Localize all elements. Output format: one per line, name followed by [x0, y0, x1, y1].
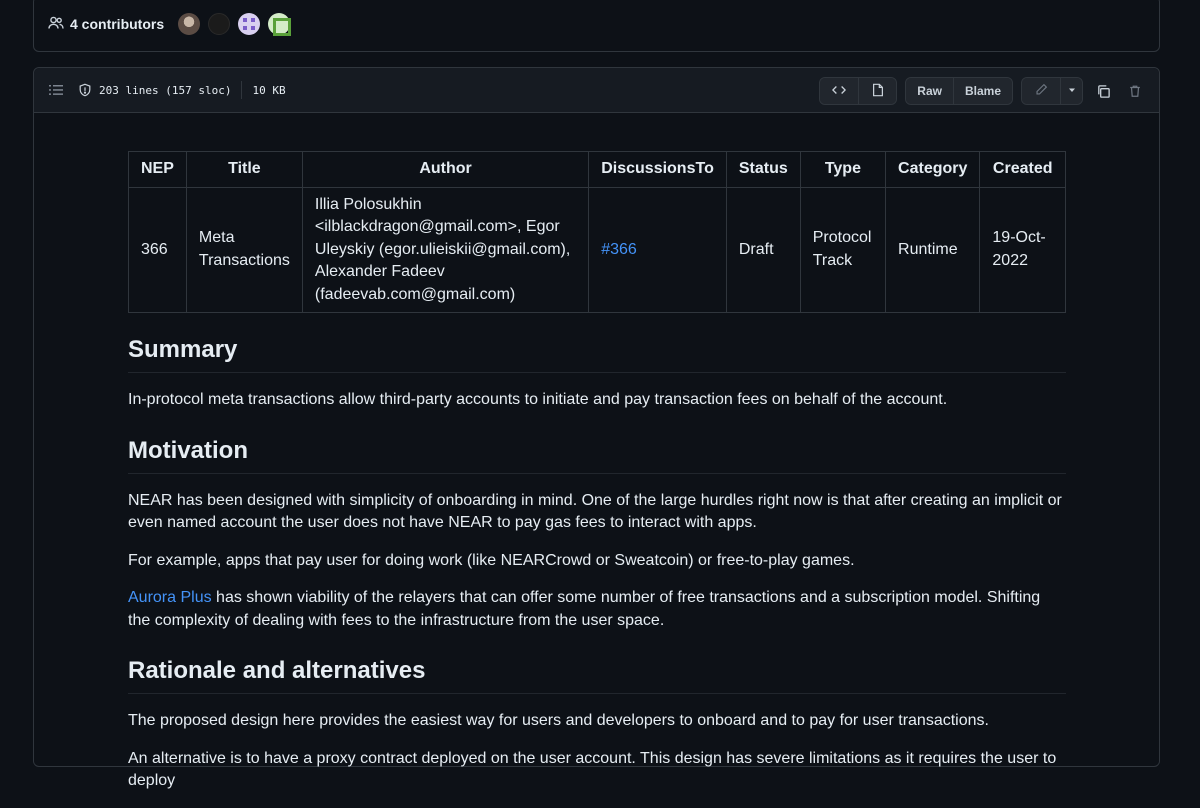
avatar[interactable] — [178, 13, 201, 35]
blame-button[interactable]: Blame — [952, 78, 1012, 104]
nep-metadata-table: NEP Title Author DiscussionsTo Status Ty… — [128, 151, 1066, 313]
raw-button[interactable]: Raw — [906, 78, 953, 104]
trash-icon[interactable] — [1123, 78, 1147, 104]
list-icon[interactable] — [48, 82, 64, 98]
aurora-plus-link[interactable]: Aurora Plus — [128, 589, 212, 606]
motivation-text-3: Aurora Plus has shown viability of the r… — [128, 587, 1066, 632]
rationale-text-2: An alternative is to have a proxy contra… — [128, 749, 1057, 790]
cell-nep: 366 — [128, 186, 187, 313]
copy-icon[interactable] — [1091, 78, 1115, 104]
summary-heading: Summary — [128, 335, 1066, 373]
column-header-category: Category — [885, 151, 981, 188]
contributors-bar: 4 contributors — [33, 0, 1160, 52]
edit-button[interactable] — [1022, 78, 1060, 104]
motivation-text-2: For example, apps that pay user for doin… — [128, 551, 855, 569]
column-header-created: Created — [979, 151, 1066, 188]
table-row: 366 Meta Transactions Illia Polosukhin <… — [128, 186, 1066, 313]
edit-dropdown-button[interactable] — [1060, 78, 1082, 104]
cell-type: Protocol Track — [799, 186, 887, 313]
column-header-type: Type — [799, 151, 887, 188]
code-view-button[interactable] — [820, 78, 859, 104]
discussion-link[interactable]: #366 — [601, 241, 637, 258]
cell-title: Meta Transactions — [185, 186, 303, 313]
avatar[interactable] — [208, 13, 231, 35]
summary-text: In-protocol meta transactions allow thir… — [128, 391, 948, 408]
contributors-link[interactable]: 4 contributors — [48, 15, 164, 34]
rationale-heading: Rationale and alternatives — [128, 656, 1066, 694]
avatar[interactable] — [238, 13, 261, 35]
file-toolbar: Raw Blame — [819, 77, 1147, 105]
motivation-text-1: NEAR has been designed with simplicity o… — [128, 491, 1062, 532]
cell-created: 19-Oct-2022 — [979, 186, 1066, 313]
edit-group — [1021, 77, 1083, 105]
column-header-nep: NEP — [128, 151, 187, 188]
rationale-text-1: The proposed design here provides the ea… — [128, 712, 989, 729]
code-icon — [832, 83, 847, 100]
cell-author: Illia Polosukhin <ilblackdragon@gmail.co… — [301, 186, 590, 313]
contributors-count: 4 contributors — [70, 16, 165, 32]
file-size: 10 KB — [252, 83, 286, 97]
markdown-body: NEP Title Author DiscussionsTo Status Ty… — [128, 151, 1066, 808]
cell-category: Runtime — [885, 186, 981, 313]
shield-icon — [78, 83, 92, 97]
column-header-author: Author — [301, 151, 590, 188]
people-icon — [48, 15, 64, 34]
view-toggle — [819, 77, 898, 105]
avatar[interactable] — [268, 13, 292, 36]
table-header-row: NEP Title Author DiscussionsTo Status Ty… — [128, 151, 1066, 188]
file-viewer: 203 lines (157 sloc) 10 KB Raw Blame NEP… — [33, 67, 1160, 789]
preview-button[interactable] — [858, 78, 897, 104]
column-header-title: Title — [185, 151, 303, 188]
divider — [241, 81, 243, 99]
column-header-discussions: DiscussionsTo — [588, 151, 727, 188]
cell-discussions: #366 — [588, 186, 727, 313]
pencil-icon — [1035, 83, 1048, 99]
triangle-down-icon — [1067, 84, 1077, 98]
column-header-status: Status — [725, 151, 801, 188]
motivation-heading: Motivation — [128, 436, 1066, 474]
raw-blame-group: Raw Blame — [905, 77, 1013, 105]
cell-status: Draft — [725, 186, 801, 313]
file-info: 203 lines (157 sloc) 10 KB — [78, 81, 286, 99]
line-count: 203 lines (157 sloc) — [99, 83, 232, 97]
file-icon — [871, 83, 885, 100]
contributor-avatars — [178, 13, 292, 36]
file-header: 203 lines (157 sloc) 10 KB Raw Blame — [34, 68, 1159, 113]
motivation-text-3-rest: has shown viability of the relayers that… — [128, 589, 1041, 629]
